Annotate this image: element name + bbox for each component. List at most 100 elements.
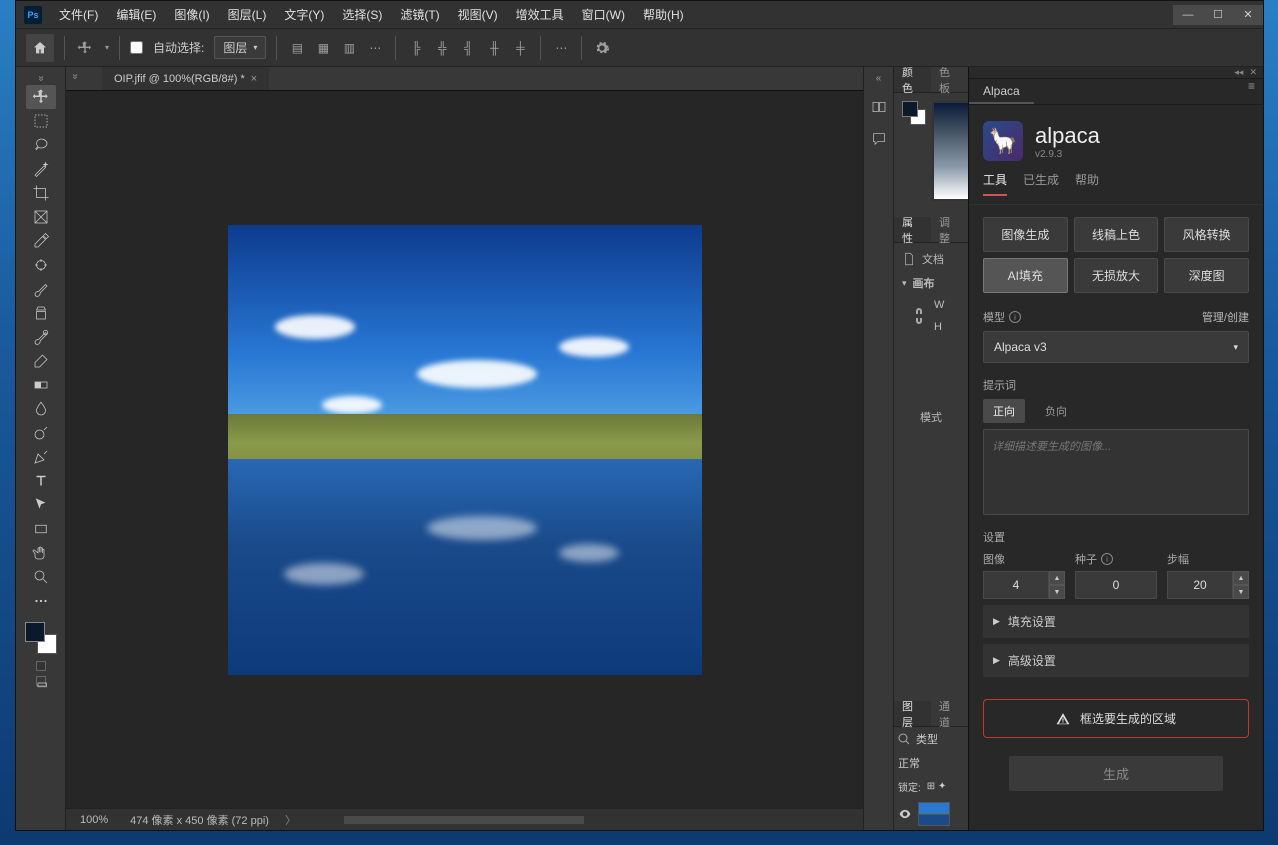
- auto-select-checkbox[interactable]: [130, 41, 143, 54]
- prompt-input[interactable]: 详细描述要生成的图像...: [983, 429, 1249, 515]
- menu-编辑(E)[interactable]: 编辑(E): [107, 6, 165, 23]
- menu-窗口(W)[interactable]: 窗口(W): [573, 6, 634, 23]
- steps-input[interactable]: [1167, 571, 1233, 599]
- more-tool[interactable]: [26, 589, 56, 613]
- screen-mode-icon[interactable]: ▭: [36, 676, 46, 686]
- home-button[interactable]: [26, 34, 54, 62]
- layer-filter-label[interactable]: 类型: [916, 731, 938, 747]
- distribute-more-icon[interactable]: ╪: [510, 38, 530, 58]
- panel-menu-icon[interactable]: ≡: [1240, 79, 1263, 104]
- advanced-settings-toggle[interactable]: ▶高级设置: [983, 644, 1249, 677]
- info-icon[interactable]: i: [1101, 553, 1113, 565]
- expand-mid-icon[interactable]: «: [876, 73, 882, 84]
- menu-帮助(H)[interactable]: 帮助(H): [634, 6, 693, 23]
- menu-滤镜(T)[interactable]: 滤镜(T): [391, 6, 448, 23]
- manage-models-link[interactable]: 管理/创建: [1202, 309, 1249, 325]
- comment-icon[interactable]: [870, 130, 888, 148]
- zoom-level[interactable]: 100%: [66, 814, 122, 826]
- layer-row[interactable]: [894, 798, 968, 830]
- alpaca-btn-3[interactable]: AI填充: [983, 258, 1068, 293]
- align-center-icon[interactable]: ▦: [313, 38, 333, 58]
- close-window-button[interactable]: ✕: [1233, 5, 1263, 25]
- move-tool[interactable]: [26, 85, 56, 109]
- distribute-hcenter-icon[interactable]: ╫: [484, 38, 504, 58]
- color-swatch[interactable]: [23, 620, 59, 656]
- alpaca-btn-4[interactable]: 无损放大: [1074, 258, 1159, 293]
- auto-select-target[interactable]: 图层▾: [214, 36, 266, 59]
- menu-视图(V)[interactable]: 视图(V): [449, 6, 507, 23]
- adjustments-tab[interactable]: 调整: [931, 217, 968, 242]
- clone-tool[interactable]: [26, 301, 56, 325]
- menu-图像(I)[interactable]: 图像(I): [165, 6, 218, 23]
- images-input[interactable]: [983, 571, 1049, 599]
- path-select-tool[interactable]: [26, 493, 56, 517]
- visibility-icon[interactable]: [898, 807, 912, 821]
- toolbar-expand-icon[interactable]: »: [35, 76, 46, 82]
- marquee-tool[interactable]: [26, 109, 56, 133]
- model-select[interactable]: Alpaca v3▾: [983, 331, 1249, 363]
- alpaca-subtab-2[interactable]: 帮助: [1075, 171, 1099, 196]
- menu-选择(S)[interactable]: 选择(S): [333, 6, 391, 23]
- maximize-button[interactable]: ☐: [1203, 5, 1233, 25]
- menu-文件(F)[interactable]: 文件(F): [50, 6, 107, 23]
- type-tool[interactable]: [26, 469, 56, 493]
- minimize-button[interactable]: —: [1173, 5, 1203, 25]
- status-menu-icon[interactable]: 〉: [277, 812, 304, 828]
- move-tool-icon[interactable]: [75, 38, 95, 58]
- spot-heal-tool[interactable]: [26, 253, 56, 277]
- seed-input[interactable]: [1075, 571, 1157, 599]
- steps-up[interactable]: ▲: [1233, 571, 1249, 585]
- alpaca-btn-2[interactable]: 风格转换: [1164, 217, 1249, 252]
- color-picker-swatch[interactable]: [902, 101, 926, 125]
- lock-icons[interactable]: ⊞ ✦: [927, 781, 947, 792]
- distribute-bottom-icon[interactable]: ╣: [458, 38, 478, 58]
- alpaca-btn-5[interactable]: 深度图: [1164, 258, 1249, 293]
- channels-tab[interactable]: 通道: [931, 701, 968, 726]
- dodge-tool[interactable]: [26, 421, 56, 445]
- eyedropper-tool[interactable]: [26, 229, 56, 253]
- eraser-tool[interactable]: [26, 349, 56, 373]
- menu-增效工具[interactable]: 增效工具: [507, 6, 573, 23]
- rectangle-tool[interactable]: [26, 517, 56, 541]
- alpaca-subtab-0[interactable]: 工具: [983, 171, 1007, 196]
- align-left-icon[interactable]: ▤: [287, 38, 307, 58]
- color-tab[interactable]: 颜色: [894, 67, 931, 92]
- images-up[interactable]: ▲: [1049, 571, 1065, 585]
- frame-tool[interactable]: [26, 205, 56, 229]
- zoom-tool[interactable]: [26, 565, 56, 589]
- distribute-top-icon[interactable]: ╠: [406, 38, 426, 58]
- align-more-icon[interactable]: ⋯: [365, 38, 385, 58]
- document-tab[interactable]: OIP.jfif @ 100%(RGB/8#) * ×: [102, 67, 269, 90]
- menu-文字(Y)[interactable]: 文字(Y): [275, 6, 333, 23]
- images-down[interactable]: ▼: [1049, 585, 1065, 599]
- history-brush-tool[interactable]: [26, 325, 56, 349]
- crop-tool[interactable]: [26, 181, 56, 205]
- prompt-negative-tab[interactable]: 负向: [1035, 399, 1077, 423]
- layers-tab[interactable]: 图层: [894, 701, 931, 726]
- gradient-tool[interactable]: [26, 373, 56, 397]
- brush-tool[interactable]: [26, 277, 56, 301]
- menu-图层(L)[interactable]: 图层(L): [219, 6, 276, 23]
- canvas[interactable]: [66, 91, 863, 808]
- search-icon[interactable]: [898, 733, 910, 745]
- alpaca-subtab-1[interactable]: 已生成: [1023, 171, 1059, 196]
- learn-icon[interactable]: [870, 98, 888, 116]
- generate-button[interactable]: 生成: [1009, 756, 1223, 791]
- scroll-track[interactable]: [344, 816, 584, 824]
- pen-tool[interactable]: [26, 445, 56, 469]
- swatches-tab[interactable]: 色板: [931, 67, 968, 92]
- align-right-icon[interactable]: ▥: [339, 38, 359, 58]
- alpaca-tab[interactable]: Alpaca: [969, 79, 1034, 104]
- close-plugin-icon[interactable]: ✕: [1249, 67, 1257, 78]
- link-icon[interactable]: [914, 306, 924, 326]
- quick-mask-icon[interactable]: [36, 661, 46, 671]
- overflow-icon[interactable]: ⋯: [551, 38, 571, 58]
- prompt-positive-tab[interactable]: 正向: [983, 399, 1025, 423]
- canvas-section-label[interactable]: 画布: [913, 275, 935, 291]
- gear-icon[interactable]: [592, 38, 612, 58]
- properties-tab[interactable]: 属性: [894, 217, 931, 242]
- layer-thumbnail[interactable]: [918, 802, 950, 826]
- blur-tool[interactable]: [26, 397, 56, 421]
- blend-mode[interactable]: 正常: [898, 755, 920, 771]
- magic-wand-tool[interactable]: [26, 157, 56, 181]
